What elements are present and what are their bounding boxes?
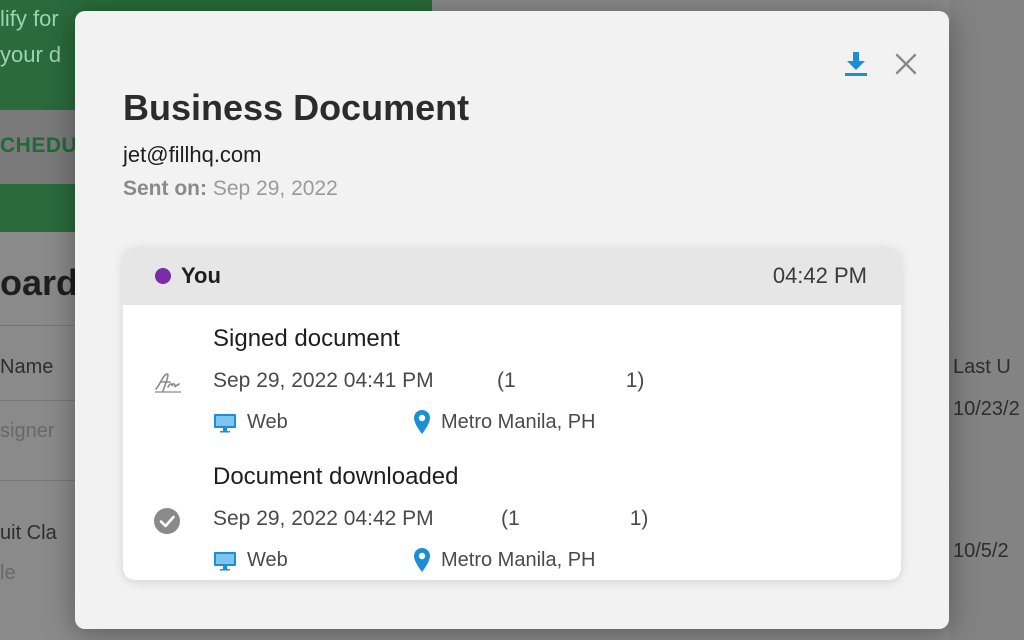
monitor-icon [214, 551, 236, 570]
check-circle-icon [153, 507, 183, 537]
event-title: Document downloaded [213, 463, 459, 490]
event-platform: Web [213, 411, 288, 434]
dashboard-title: oard [0, 262, 79, 303]
sent-on: Sent on: Sep 29, 2022 [123, 177, 338, 201]
column-header-name[interactable]: Name [0, 356, 53, 379]
actor: You [155, 263, 221, 289]
document-activity-modal: Business Document jet@fillhq.com Sent on… [75, 11, 949, 629]
location-pin-icon [414, 410, 430, 434]
event-datetime: Sep 29, 2022 04:42 PM [213, 507, 434, 530]
event-location: Metro Manila, PH [413, 409, 596, 435]
modal-actions [843, 51, 919, 77]
row-date: 10/5/2 [953, 540, 1009, 562]
document-title: Business Document [123, 87, 470, 128]
close-icon[interactable] [893, 51, 919, 77]
ip-redaction [515, 370, 626, 393]
ip-start: (1 [501, 507, 520, 530]
row-name[interactable]: uit Cla [0, 522, 57, 545]
green-bar [0, 184, 76, 232]
event-ip: (1 1) [501, 507, 648, 531]
sent-on-label: Sent on: [123, 177, 207, 200]
actor-name: You [181, 263, 221, 288]
event-location: Metro Manila, PH [413, 547, 596, 573]
ip-start: (1 [497, 369, 516, 392]
activity-event: Signed document Sep 29, 2022 04:41 PM (1… [123, 325, 901, 463]
monitor-icon [214, 413, 236, 432]
activity-header: You 04:42 PM [123, 247, 901, 305]
platform-label: Web [247, 549, 288, 571]
banner-text: lify for [0, 6, 59, 31]
event-datetime: Sep 29, 2022 04:41 PM [213, 369, 434, 392]
row-name[interactable]: signer [0, 420, 54, 443]
right-panel: Last U 10/23/2 10/5/2 [950, 0, 1024, 640]
recipient-email: jet@fillhq.com [123, 142, 262, 167]
banner-text: your d [0, 42, 62, 67]
event-title: Signed document [213, 325, 400, 352]
row-subtitle: le [0, 562, 16, 584]
ip-end: 1) [629, 507, 649, 530]
ip-end: 1) [625, 369, 645, 392]
actor-dot [155, 268, 171, 284]
location-pin-icon [414, 548, 430, 572]
activity-card: You 04:42 PM Signed document Sep 29, 202… [123, 247, 901, 580]
column-header-last-updated[interactable]: Last U [953, 356, 1011, 379]
platform-label: Web [247, 411, 288, 433]
signature-icon [153, 371, 183, 401]
schedule-button[interactable]: CHEDU [0, 134, 77, 158]
sent-on-date: Sep 29, 2022 [212, 177, 338, 200]
activity-time: 04:42 PM [772, 263, 867, 288]
ip-redaction [519, 508, 630, 531]
download-icon[interactable] [843, 51, 869, 77]
event-ip: (1 1) [497, 369, 644, 393]
activity-event: Document downloaded Sep 29, 2022 04:42 P… [123, 463, 901, 580]
location-label: Metro Manila, PH [441, 410, 596, 433]
location-label: Metro Manila, PH [441, 548, 596, 571]
row-date: 10/23/2 [953, 398, 1020, 420]
event-platform: Web [213, 549, 288, 572]
